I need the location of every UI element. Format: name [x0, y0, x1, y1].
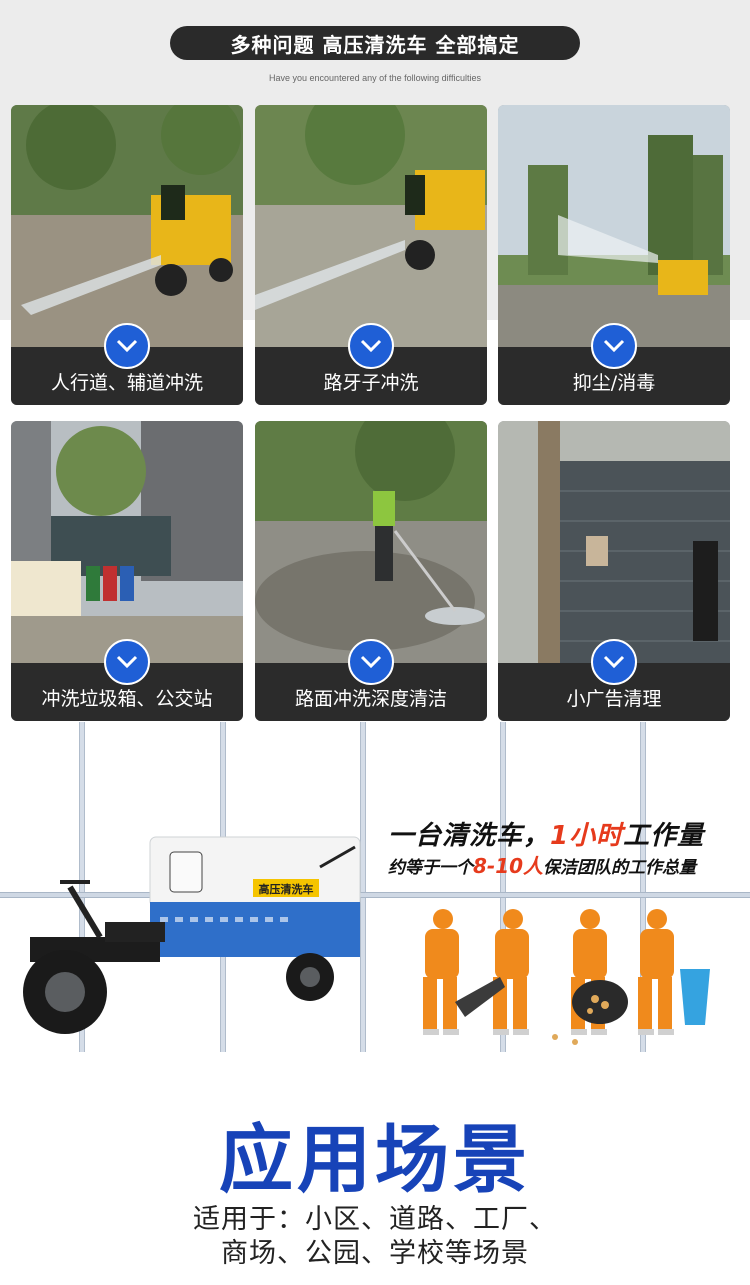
scene-photo-bins [11, 421, 243, 663]
application-line: 适用于：小区、道路、工厂、 [193, 1204, 557, 1235]
slogan-text: 一台清洗车， [388, 821, 551, 851]
slogan-text: 工作量 [623, 821, 705, 851]
scene-card-sidewalk: 人行道、辅道冲洗 [11, 105, 243, 405]
check-icon [104, 639, 150, 685]
application-description: 适用于：小区、道路、工厂、 商场、公园、学校等场景 [0, 1203, 750, 1271]
sanitation-workers-image [423, 909, 710, 1045]
scene-card-curb: 路牙子冲洗 [255, 105, 487, 405]
slogan-highlight: 8-10人 [473, 854, 544, 878]
page-subtitle: Have you encountered any of the followin… [269, 73, 481, 83]
scene-photo-curb [255, 105, 487, 347]
scene-card-dust: 抑尘/消毒 [498, 105, 730, 405]
check-icon [591, 639, 637, 685]
slogan-text: 约等于一个 [388, 858, 473, 878]
scene-card-road: 路面冲洗深度清洁 [255, 421, 487, 721]
comparison-illustration: 高压清洗车 [0, 722, 750, 1062]
check-icon [348, 323, 394, 369]
scene-photo-dust [498, 105, 730, 347]
slogan-text: 保洁团队的工作总量 [543, 858, 697, 878]
efficiency-slogan: 一台清洗车，1小时工作量 [388, 815, 704, 852]
page-title: 多种问题 高压清洗车 全部搞定 [170, 26, 580, 60]
scene-card-bins: 冲洗垃圾箱、公交站 [11, 421, 243, 721]
scene-photo-ads [498, 421, 730, 663]
check-icon [348, 639, 394, 685]
slogan-highlight: 1小时 [550, 821, 624, 851]
pressure-washer-vehicle-image: 高压清洗车 [23, 836, 361, 1034]
check-icon [104, 323, 150, 369]
application-title: 应用场景 [219, 1117, 531, 1203]
application-line: 商场、公园、学校等场景 [221, 1238, 529, 1269]
efficiency-subslogan: 约等于一个8-10人保洁团队的工作总量 [388, 850, 696, 879]
scene-photo-road [255, 421, 487, 663]
scene-photo-sidewalk [11, 105, 243, 347]
scene-card-ads: 小广告清理 [498, 421, 730, 721]
vehicle-box-label: 高压清洗车 [259, 882, 314, 896]
check-icon [591, 323, 637, 369]
